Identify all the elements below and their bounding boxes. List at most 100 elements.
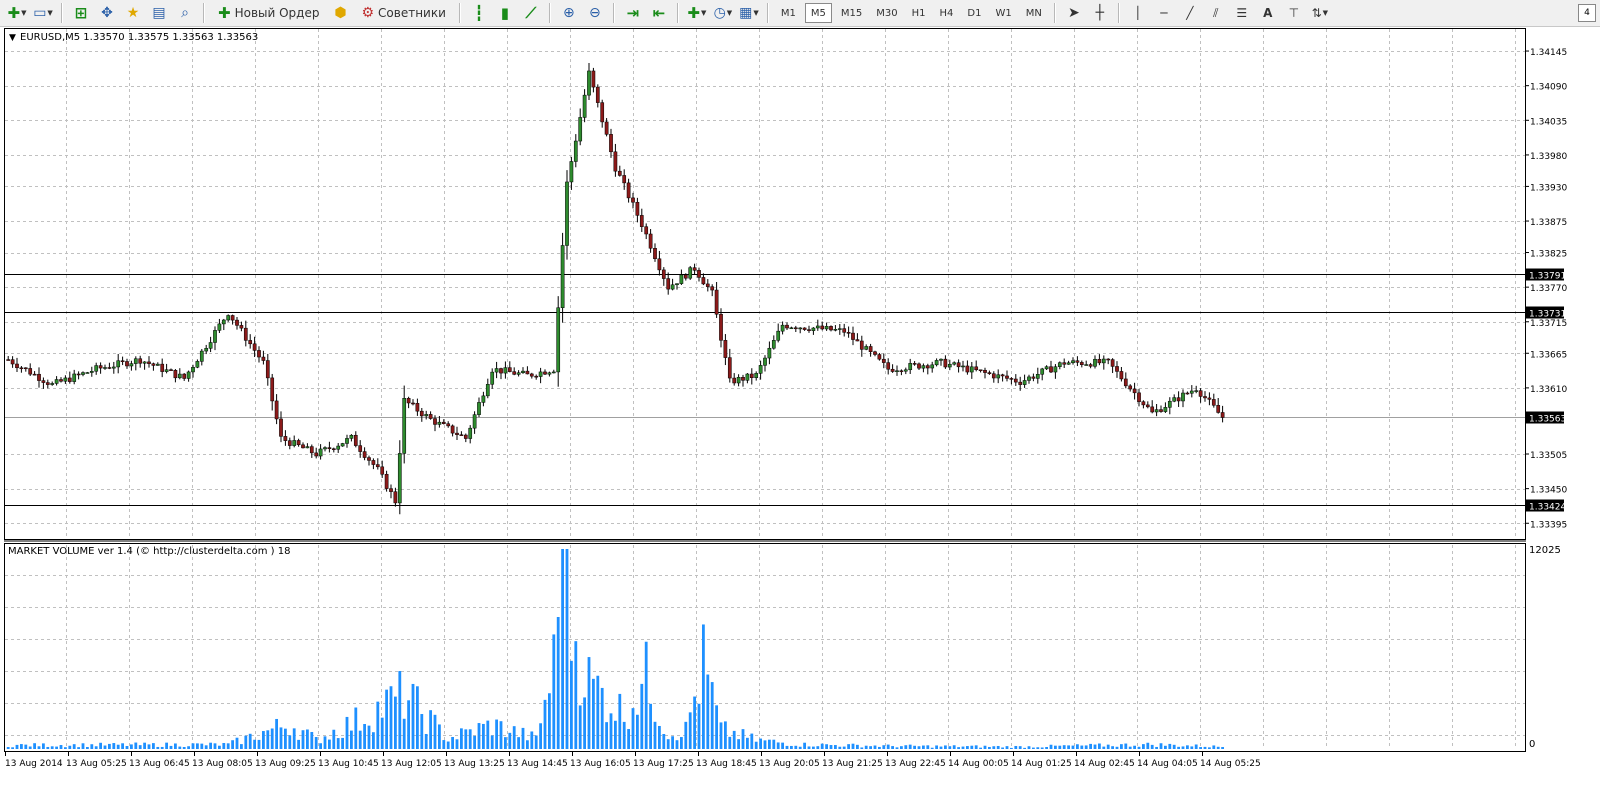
profiles-button[interactable]: ▭ ▼ — [32, 2, 54, 24]
volume-bar — [1018, 746, 1022, 749]
navigator-button[interactable]: ✥ — [96, 2, 118, 24]
auto-scroll-button[interactable]: ⇥ — [622, 2, 644, 24]
fibonacci-tool-button[interactable]: ☰ — [1231, 2, 1253, 24]
volume-bar — [675, 740, 679, 749]
volume-bar — [253, 739, 256, 749]
candle-body — [807, 329, 811, 331]
volume-bar — [20, 744, 23, 749]
volume-bar — [147, 744, 151, 749]
volume-bar — [1071, 745, 1075, 749]
candle-body — [939, 358, 943, 361]
volume-bar — [174, 743, 177, 749]
volume-bar — [1027, 746, 1031, 749]
price-tick-label: 1.33770 — [1530, 284, 1567, 294]
zoom-in-button[interactable]: ⊕ — [558, 2, 580, 24]
candle-body — [609, 134, 613, 153]
volume-bar — [1216, 746, 1220, 749]
volume-bar — [939, 746, 943, 749]
candle-body — [138, 358, 143, 364]
volume-bar — [55, 746, 58, 749]
chart-window[interactable]: 1.337911.337311.334241.335631.341451.340… — [0, 27, 1600, 786]
timeframe-m30[interactable]: M30 — [871, 3, 902, 23]
candle-body — [23, 367, 28, 370]
trendline-tool-button[interactable]: ╱ — [1179, 2, 1201, 24]
vertical-line-tool-button[interactable]: │ — [1127, 2, 1149, 24]
clock-icon: ◷ — [713, 5, 726, 21]
candle-body — [208, 342, 213, 349]
candle-body — [873, 351, 877, 355]
text-tool-button[interactable]: A — [1257, 2, 1279, 24]
volume-bar — [886, 744, 890, 749]
volume-bar — [367, 725, 371, 749]
line-chart-button[interactable]: ⟋ — [520, 2, 542, 24]
volume-bar — [908, 744, 912, 749]
volume-bar — [103, 745, 107, 749]
candle-body — [481, 395, 486, 403]
chart-menu-triangle-icon[interactable]: ▼ — [9, 33, 16, 43]
volume-bar — [1049, 744, 1053, 749]
volume-bar — [460, 728, 463, 749]
corner-badge[interactable]: 4 — [1578, 4, 1596, 22]
arrows-tool-button[interactable]: ⇅ ▼ — [1309, 2, 1331, 24]
price-tick-label: 1.33980 — [1530, 152, 1567, 162]
tester-button[interactable]: ⌕ — [174, 2, 196, 24]
volume-bar — [1084, 745, 1088, 749]
candle-body — [292, 440, 297, 446]
new-order-button[interactable]: ✚ Новый Ордер — [212, 2, 325, 24]
periods-button[interactable]: ◷ ▼ — [712, 2, 734, 24]
channel-tool-button[interactable]: ⫽ — [1205, 2, 1227, 24]
volume-bar — [240, 744, 243, 749]
volume-bar — [1150, 744, 1154, 749]
timeframe-m5[interactable]: M5 — [804, 3, 832, 23]
volume-bar — [609, 713, 613, 749]
zoom-out-button[interactable]: ⊖ — [584, 2, 606, 24]
candlestick-chart-button[interactable]: ▮ — [494, 2, 516, 24]
candle-body — [758, 365, 763, 374]
timeframe-h4[interactable]: H4 — [935, 3, 959, 23]
market-watch-button[interactable]: ⊞ — [70, 2, 92, 24]
new-chart-button[interactable]: ✚ ▼ — [6, 2, 28, 24]
cursor-tool-button[interactable]: ➤ — [1063, 2, 1085, 24]
volume-bar — [385, 689, 388, 749]
alert-button[interactable]: ⬢ — [329, 2, 351, 24]
candle-body — [199, 350, 204, 362]
candle-body — [811, 327, 816, 331]
candle-body — [961, 365, 965, 368]
candle-body — [411, 402, 415, 405]
favorites-button[interactable]: ★ — [122, 2, 144, 24]
advisors-button[interactable]: ⚙ Советники — [355, 2, 451, 24]
indicators-button[interactable]: ✚ ▼ — [686, 2, 708, 24]
candle-body — [76, 373, 81, 376]
dropdown-arrow-icon: ▼ — [726, 9, 733, 17]
terminal-button[interactable]: ▤ — [148, 2, 170, 24]
candle-body — [59, 379, 63, 382]
candle-body — [855, 339, 860, 342]
volume-bar — [829, 745, 833, 749]
candle-body — [1150, 406, 1155, 413]
timeframe-h1[interactable]: H1 — [907, 3, 931, 23]
candle-body — [1062, 362, 1067, 365]
volume-bar — [662, 733, 666, 749]
bar-chart-button[interactable]: ┇ — [468, 2, 490, 24]
candle-body — [503, 367, 508, 374]
horizontal-line-tool-button[interactable]: ─ — [1153, 2, 1175, 24]
timeframe-m1[interactable]: M1 — [776, 3, 801, 23]
candle-body — [1167, 400, 1172, 408]
timeframe-mn[interactable]: MN — [1021, 3, 1047, 23]
chart-shift-button[interactable]: ⇤ — [648, 2, 670, 24]
candle-body — [103, 367, 107, 369]
candle-body — [507, 367, 512, 372]
volume-bar — [512, 726, 516, 749]
timeframe-d1[interactable]: D1 — [962, 3, 986, 23]
text-label-tool-button[interactable]: ⊤ — [1283, 2, 1305, 24]
candle-body — [336, 445, 341, 450]
candle-body — [1066, 362, 1071, 365]
crosshair-tool-button[interactable]: ┼ — [1089, 2, 1111, 24]
volume-bar — [552, 634, 556, 749]
volume-bar — [112, 743, 116, 749]
timeframe-m15[interactable]: M15 — [836, 3, 867, 23]
templates-button[interactable]: ▦ ▼ — [738, 2, 760, 24]
volume-bar — [556, 617, 560, 749]
volume-bar — [790, 745, 793, 749]
timeframe-w1[interactable]: W1 — [990, 3, 1016, 23]
